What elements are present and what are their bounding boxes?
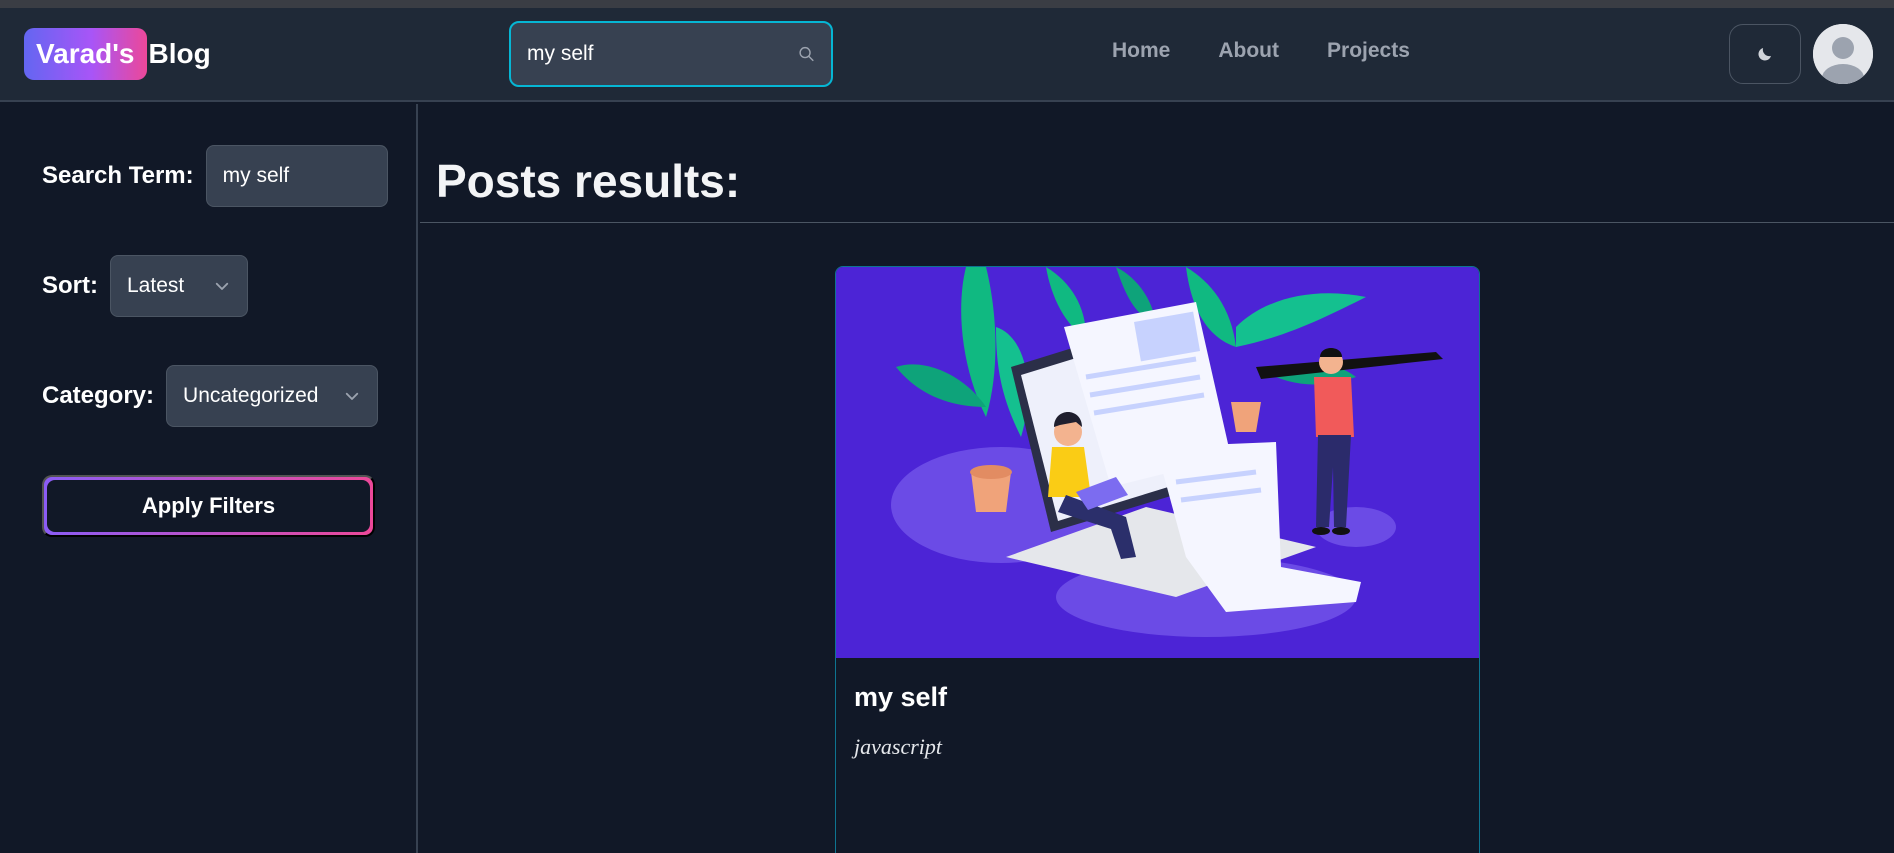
nav-link-about[interactable]: About bbox=[1218, 36, 1279, 66]
post-title[interactable]: my self bbox=[854, 682, 947, 713]
header-search bbox=[509, 21, 833, 87]
search-term-label: Search Term: bbox=[42, 162, 194, 189]
site-header: Varad's Blog Home About Projects bbox=[0, 8, 1894, 102]
main-nav: Home About Projects bbox=[1112, 36, 1458, 66]
user-avatar-icon[interactable] bbox=[1813, 24, 1873, 84]
browser-top-strip bbox=[0, 0, 1894, 8]
moon-icon bbox=[1758, 48, 1771, 61]
nav-link-projects[interactable]: Projects bbox=[1327, 36, 1410, 66]
category-select[interactable]: Uncategorized bbox=[166, 365, 379, 427]
avatar-silhouette bbox=[1813, 24, 1873, 84]
search-term-row: Search Term: bbox=[42, 145, 388, 207]
apply-filters-button[interactable]: Apply Filters bbox=[42, 475, 375, 537]
results-main: Posts results: my self javascript bbox=[420, 104, 1894, 853]
site-logo[interactable]: Varad's Blog bbox=[24, 28, 211, 80]
category-row: Category: Uncategorized bbox=[42, 365, 379, 427]
chevron-down-icon bbox=[215, 282, 229, 290]
sort-row: Sort: Latest bbox=[42, 255, 248, 317]
search-input[interactable] bbox=[527, 42, 798, 66]
category-select-value: Uncategorized bbox=[183, 384, 319, 407]
search-term-input[interactable] bbox=[205, 145, 388, 207]
apply-filters-label: Apply Filters bbox=[47, 480, 370, 532]
logo-badge: Varad's bbox=[24, 28, 147, 80]
post-card[interactable]: my self javascript bbox=[835, 266, 1480, 853]
page-title: Posts results: bbox=[436, 155, 741, 207]
post-category: javascript bbox=[854, 734, 942, 759]
search-icon[interactable] bbox=[798, 41, 815, 67]
logo-text: Blog bbox=[148, 38, 211, 69]
sort-label: Sort: bbox=[42, 272, 98, 299]
sort-select[interactable]: Latest bbox=[110, 255, 248, 317]
filters-sidebar: Search Term: Sort: Latest Category: Unca… bbox=[0, 104, 418, 853]
post-cover-illustration bbox=[836, 267, 1479, 658]
sort-select-value: Latest bbox=[127, 274, 185, 297]
category-label: Category: bbox=[42, 382, 155, 409]
theme-toggle-button[interactable] bbox=[1729, 24, 1801, 84]
chevron-down-icon bbox=[345, 392, 359, 400]
title-divider bbox=[420, 222, 1894, 223]
nav-link-home[interactable]: Home bbox=[1112, 36, 1170, 66]
